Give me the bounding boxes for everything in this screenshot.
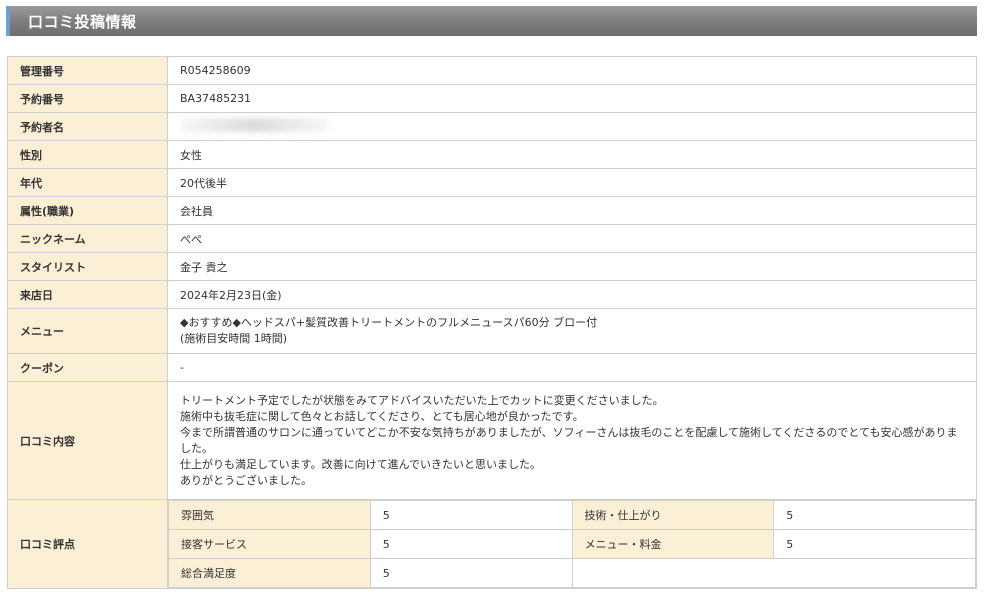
review-info-table: 管理番号 R054258609 予約番号 BA37485231 予約者名 性別 … <box>7 56 977 589</box>
rating-value: 5 <box>369 500 573 530</box>
row-nickname: ニックネーム ぺぺ <box>7 224 977 253</box>
review-line: ありがとうございました。 <box>180 473 312 487</box>
value-coupon: - <box>167 353 977 382</box>
row-occupation: 属性(職業) 会社員 <box>7 196 977 225</box>
row-review: 口コミ内容 トリートメント予定でしたが状態をみてアドバイスいただいた上でカットに… <box>7 381 977 500</box>
value-gender: 女性 <box>167 140 977 169</box>
row-gender: 性別 女性 <box>7 140 977 169</box>
review-line: トリートメント予定でしたが状態をみてアドバイスいただいた上でカットに変更ください… <box>180 393 664 407</box>
row-reservation-no: 予約番号 BA37485231 <box>7 84 977 113</box>
label-age: 年代 <box>7 168 168 197</box>
label-occupation: 属性(職業) <box>7 196 168 225</box>
rating-row: 接客サービス 5 メニュー・料金 5 <box>168 529 976 559</box>
label-stylist: スタイリスト <box>7 252 168 281</box>
menu-line: (施術目安時間 1時間) <box>180 332 288 345</box>
label-rating: 口コミ評点 <box>7 499 168 589</box>
review-line: 施術中も抜毛症に関して色々とお話してくださり、とても居心地が良かったです。 <box>180 409 584 423</box>
value-review: トリートメント予定でしたが状態をみてアドバイスいただいた上でカットに変更ください… <box>167 381 977 500</box>
rating-value: 5 <box>773 500 976 530</box>
row-age: 年代 20代後半 <box>7 168 977 197</box>
value-age: 20代後半 <box>167 168 977 197</box>
label-visit-date: 来店日 <box>7 280 168 309</box>
label-reserver-name: 予約者名 <box>7 112 168 141</box>
rating-value: 5 <box>369 529 573 559</box>
rating-label: メニュー・料金 <box>571 529 775 559</box>
value-visit-date: 2024年2月23日(金) <box>167 280 977 309</box>
label-reservation-no: 予約番号 <box>7 84 168 113</box>
label-management-no: 管理番号 <box>7 56 168 85</box>
row-management-no: 管理番号 R054258609 <box>7 56 977 85</box>
value-nickname: ぺぺ <box>167 224 977 253</box>
value-management-no: R054258609 <box>167 56 977 85</box>
value-stylist: 金子 貴之 <box>167 252 977 281</box>
rating-row: 雰囲気 5 技術・仕上がり 5 <box>168 500 976 530</box>
rating-value: 5 <box>369 558 573 588</box>
value-occupation: 会社員 <box>167 196 977 225</box>
row-reserver-name: 予約者名 <box>7 112 977 141</box>
label-gender: 性別 <box>7 140 168 169</box>
row-visit-date: 来店日 2024年2月23日(金) <box>7 280 977 309</box>
rating-label: 技術・仕上がり <box>571 500 775 530</box>
label-coupon: クーポン <box>7 353 168 382</box>
rating-empty-cell <box>773 558 976 588</box>
label-nickname: ニックネーム <box>7 224 168 253</box>
value-reserver-name <box>167 112 977 141</box>
rating-label: 接客サービス <box>168 529 371 559</box>
value-menu: ◆おすすめ◆ヘッドスパ+髪質改善トリートメントのフルメニュースパ60分 ブロー付… <box>167 308 977 354</box>
value-rating: 雰囲気 5 技術・仕上がり 5 接客サービス 5 メニュー・料金 5 総合満足度… <box>167 499 977 589</box>
value-reservation-no: BA37485231 <box>167 84 977 113</box>
rating-row: 総合満足度 5 <box>168 558 976 588</box>
rating-label: 雰囲気 <box>168 500 371 530</box>
review-line: 仕上がりも満足しています。改善に向けて進んでいきたいと思いました。 <box>180 457 542 471</box>
menu-line: ◆おすすめ◆ヘッドスパ+髪質改善トリートメントのフルメニュースパ60分 ブロー付 <box>180 316 598 329</box>
rating-value: 5 <box>773 529 976 559</box>
row-stylist: スタイリスト 金子 貴之 <box>7 252 977 281</box>
section-header: 口コミ投稿情報 <box>6 6 977 36</box>
redacted-name <box>180 118 330 132</box>
review-line: 今まで所謂普通のサロンに通っていてどこか不安な気持ちがありましたが、ソフィーさん… <box>180 425 958 455</box>
row-coupon: クーポン - <box>7 353 977 382</box>
label-menu: メニュー <box>7 308 168 354</box>
rating-table: 雰囲気 5 技術・仕上がり 5 接客サービス 5 メニュー・料金 5 総合満足度… <box>168 500 976 588</box>
row-menu: メニュー ◆おすすめ◆ヘッドスパ+髪質改善トリートメントのフルメニュースパ60分… <box>7 308 977 354</box>
rating-empty-cell <box>572 558 774 588</box>
page-title: 口コミ投稿情報 <box>28 13 137 31</box>
rating-label: 総合満足度 <box>168 558 371 588</box>
label-review: 口コミ内容 <box>7 381 168 500</box>
row-rating: 口コミ評点 雰囲気 5 技術・仕上がり 5 接客サービス 5 メニュー・料金 5… <box>7 499 977 589</box>
